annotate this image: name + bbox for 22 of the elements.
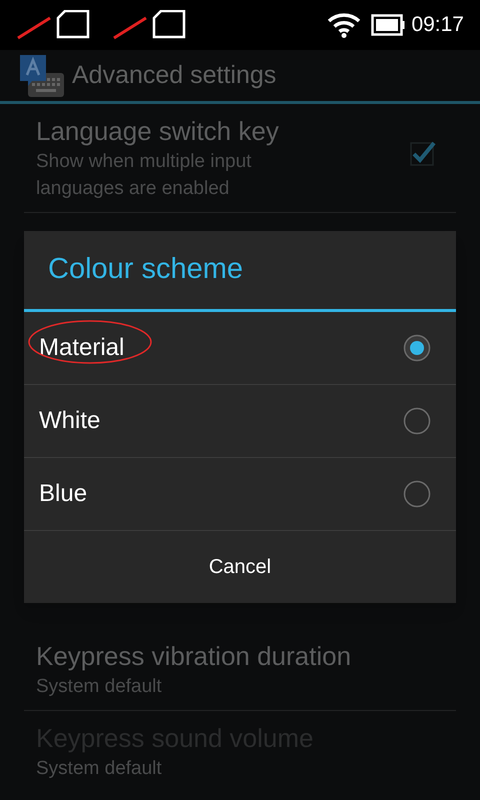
scheme-option[interactable]: White <box>24 385 456 458</box>
scheme-option[interactable]: Blue <box>24 458 456 531</box>
scheme-option[interactable]: Material <box>24 312 456 385</box>
screen-title: Advanced settings <box>72 60 276 91</box>
option-label: Material <box>39 333 124 363</box>
setting-summary: System default <box>36 757 163 781</box>
keyboard-app-icon[interactable] <box>18 52 66 98</box>
battery-icon <box>371 14 406 36</box>
wifi-icon <box>327 12 362 38</box>
setting-summary: System default <box>36 675 163 699</box>
radio-button[interactable] <box>403 407 431 435</box>
option-label: Blue <box>39 479 88 509</box>
no-sim-icon <box>112 10 186 40</box>
radio-button[interactable] <box>403 334 431 362</box>
setting-summary: Show when multiple input languages are enabled <box>36 150 252 201</box>
radio-button[interactable] <box>403 480 431 508</box>
no-sim-icon <box>16 10 90 40</box>
cancel-button[interactable]: Cancel <box>24 531 456 603</box>
dialog-title: Colour scheme <box>48 252 244 288</box>
clock-time: 09:17 <box>411 12 464 38</box>
option-label: White <box>39 406 100 436</box>
checkbox[interactable] <box>410 140 436 166</box>
